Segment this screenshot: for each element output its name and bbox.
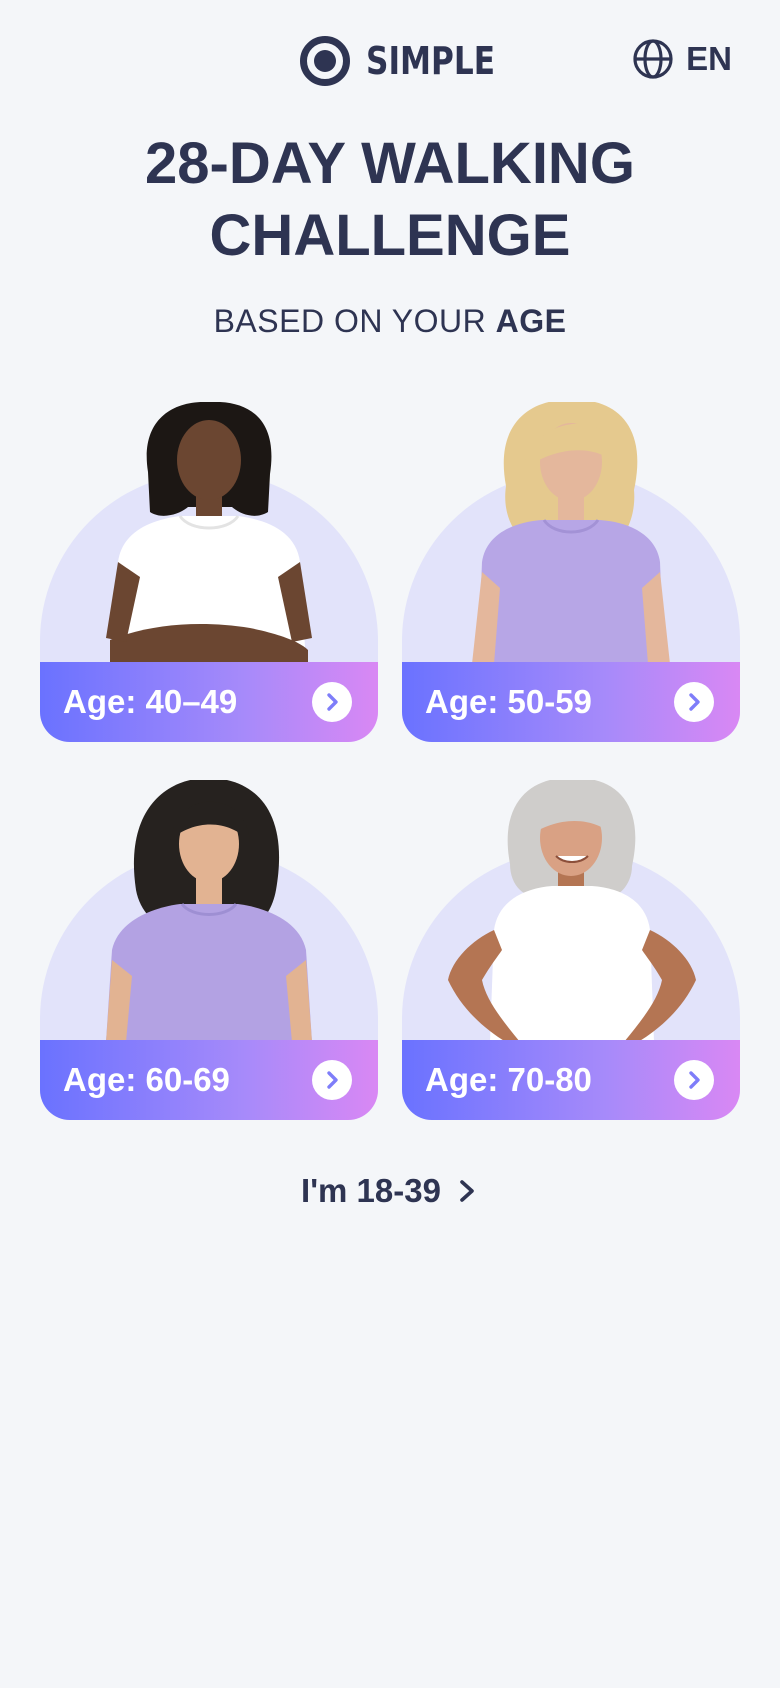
chevron-right-icon[interactable] — [674, 1060, 714, 1100]
woman-photo — [472, 402, 670, 664]
language-label: EN — [686, 40, 732, 77]
age-selection-page: SIMPLE EN 28-DAY WALKING CHALLENGE BASED… — [0, 0, 780, 1688]
page-subtitle: BASED ON YOUR AGE — [0, 303, 780, 340]
chevron-right-icon[interactable] — [674, 682, 714, 722]
age-card-50-59[interactable]: Age: 50-59 — [402, 402, 740, 742]
card-action-bar[interactable]: Age: 70-80 — [402, 1040, 740, 1120]
title-line-2: CHALLENGE — [209, 203, 571, 268]
age-card-70-80[interactable]: Age: 70-80 — [402, 780, 740, 1120]
chevron-right-icon[interactable] — [312, 682, 352, 722]
subtitle-emphasis: AGE — [495, 303, 567, 339]
card-action-bar[interactable]: Age: 50-59 — [402, 662, 740, 742]
globe-icon — [633, 39, 673, 79]
card-action-bar[interactable]: Age: 60-69 — [40, 1040, 378, 1120]
age-18-39-link[interactable]: I'm 18-39 — [0, 1172, 780, 1210]
header: SIMPLE EN — [0, 0, 780, 120]
age-card-40-49[interactable]: Age: 40–49 — [40, 402, 378, 742]
age-label: Age: 70-80 — [425, 1061, 592, 1098]
age-label: Age: 50-59 — [425, 683, 592, 720]
woman-photo — [106, 402, 312, 664]
chevron-right-icon — [460, 1180, 474, 1202]
logo-text: SIMPLE — [366, 39, 496, 83]
circle-logo-icon — [300, 36, 350, 86]
page-title: 28-DAY WALKING CHALLENGE — [0, 128, 780, 272]
age-18-39-label: I'm 18-39 — [301, 1172, 441, 1209]
age-label: Age: 40–49 — [63, 683, 238, 720]
language-selector[interactable]: EN — [632, 38, 732, 80]
woman-photo — [448, 780, 696, 1042]
age-label: Age: 60-69 — [63, 1061, 230, 1098]
card-action-bar[interactable]: Age: 40–49 — [40, 662, 378, 742]
chevron-right-icon[interactable] — [312, 1060, 352, 1100]
subtitle-prefix: BASED ON YOUR — [213, 303, 496, 339]
logo[interactable]: SIMPLE — [300, 34, 523, 88]
title-line-1: 28-DAY WALKING — [145, 131, 635, 196]
age-card-60-69[interactable]: Age: 60-69 — [40, 780, 378, 1120]
woman-photo — [106, 780, 312, 1042]
